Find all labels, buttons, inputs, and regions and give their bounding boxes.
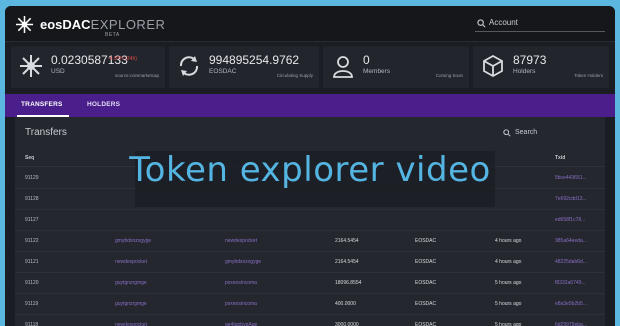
row-txid-link[interactable]: 985a64eeda... xyxy=(555,238,587,244)
table-row[interactable]: 91119 guytgnzrgmge pxxeosincoma 400.0000 EOS… xyxy=(15,294,605,315)
row-txid-link[interactable]: 48225dab6d... xyxy=(555,259,587,265)
brand-thin: EXPLORER xyxy=(90,17,166,32)
row-to-link[interactable]: gmybdsnzxgyge xyxy=(225,259,261,265)
search-icon xyxy=(503,129,511,137)
row-seq: 91119 xyxy=(25,301,39,307)
row-txid-link[interactable]: e8a3e5b2b5... xyxy=(555,301,587,307)
table-row[interactable]: 91122 gmybdsnzxgyge newdexpocket 2164.5454 E… xyxy=(15,231,605,252)
stat-card-holders: 87973 Holders Token Holders xyxy=(473,46,609,88)
transfers-panel: Transfers Search Seq Txid 91129 5bce44365… xyxy=(15,117,605,326)
supply-value: 994895254.9762 xyxy=(209,53,300,67)
stats-bar: 0.0230587133 -4.97% (24h) USD source:coi… xyxy=(5,46,615,92)
row-txid-link[interactable]: ed658f1c78... xyxy=(555,217,585,223)
brand-title[interactable]: eosDACEXPLORER xyxy=(40,17,165,32)
row-from-link[interactable]: gmybdsnzxgyge xyxy=(115,238,151,244)
eosdac-logo-icon[interactable] xyxy=(15,15,34,34)
table-row[interactable]: 91127 ed658f1c78... xyxy=(15,210,605,231)
row-seq: 91118 xyxy=(25,322,39,326)
row-seq: 91120 xyxy=(25,280,39,286)
beta-label: BETA xyxy=(105,32,120,38)
panel-title: Transfers xyxy=(25,127,67,138)
search-placeholder: Search xyxy=(515,129,538,136)
row-time: 5 hours ago xyxy=(495,301,522,307)
user-icon xyxy=(333,56,353,78)
table-row[interactable]: 91118 newdexpocket ge4tgnbygAge 3000.0000 EO… xyxy=(15,315,605,326)
row-time: 4 hours ago xyxy=(495,259,522,265)
table-row[interactable]: 91120 guytgnzrgmge pxxeosincoma 18096.8554 E… xyxy=(15,273,605,294)
row-symbol: EOSDAC xyxy=(415,238,437,244)
row-to-link[interactable]: ge4tgnbygAge xyxy=(225,322,257,326)
search-icon xyxy=(477,19,486,28)
refresh-circle-icon xyxy=(179,56,199,76)
row-txid-link[interactable]: f8332a6749... xyxy=(555,280,586,286)
supply-unit: EOSDAC xyxy=(209,68,237,75)
brand-bold: eosDAC xyxy=(40,17,91,32)
row-quantity: 2164.5454 xyxy=(335,259,359,265)
eosdac-logo-icon xyxy=(20,55,42,77)
row-seq: 91121 xyxy=(25,259,39,265)
row-symbol: EOSDAC xyxy=(415,322,437,326)
price-unit: USD xyxy=(51,68,65,75)
row-txid-link[interactable]: 6d29979eba... xyxy=(555,322,587,326)
row-from-link[interactable]: newdexpocket xyxy=(115,322,147,326)
supply-note: Circulating Supply xyxy=(276,73,313,78)
holders-value: 87973 xyxy=(513,53,547,67)
row-time: 4 hours ago xyxy=(495,238,522,244)
row-symbol: EOSDAC xyxy=(415,280,437,286)
row-to-link[interactable]: pxxeosincoma xyxy=(225,301,257,307)
row-to-link[interactable]: newdexpocket xyxy=(225,238,257,244)
row-txid-link[interactable]: 7e692cdd13... xyxy=(555,196,587,202)
price-source: source:coinmarketcap xyxy=(114,73,159,78)
row-quantity: 2164.5454 xyxy=(335,238,359,244)
members-note: Coming Soon xyxy=(435,73,463,78)
row-quantity: 18096.8554 xyxy=(335,280,362,286)
video-title-overlay: Token explorer video xyxy=(129,150,491,190)
price-change: -4.97% (24h) xyxy=(108,56,137,62)
holders-note: Token Holders xyxy=(574,73,603,78)
row-time: 5 hours ago xyxy=(495,322,522,326)
stat-card-price: 0.0230587133 -4.97% (24h) USD source:coi… xyxy=(11,46,165,88)
tab-transfers[interactable]: TRANSFERS xyxy=(21,101,63,108)
stat-card-members: 0 Members Coming Soon xyxy=(323,46,469,88)
row-from-link[interactable]: guytgnzrgmge xyxy=(115,301,147,307)
members-label: Members xyxy=(363,68,391,75)
account-search-input[interactable]: Account xyxy=(475,16,605,32)
holders-label: Holders xyxy=(513,68,536,75)
stat-card-supply: 994895254.9762 EOSDAC Circulating Supply xyxy=(169,46,319,88)
transfers-search-input[interactable]: Search xyxy=(503,129,538,137)
members-value: 0 xyxy=(363,53,370,67)
tab-holders[interactable]: HOLDERS xyxy=(87,101,120,108)
top-bar: eosDACEXPLORER BETA Account xyxy=(5,6,615,42)
row-symbol: EOSDAC xyxy=(415,259,437,265)
row-seq: 91128 xyxy=(25,196,39,202)
row-symbol: EOSDAC xyxy=(415,301,437,307)
row-seq: 91127 xyxy=(25,217,39,223)
row-quantity: 3000.0000 xyxy=(335,322,359,326)
row-from-link[interactable]: newdexpocket xyxy=(115,259,147,265)
row-time: 5 hours ago xyxy=(495,280,522,286)
account-placeholder: Account xyxy=(489,18,518,27)
row-from-link[interactable]: guytgnzrgmge xyxy=(115,280,147,286)
tab-bar: TRANSFERS HOLDERS xyxy=(5,94,615,117)
table-row[interactable]: 91121 newdexpocket gmybdsnzxgyge 2164.5454 E… xyxy=(15,252,605,273)
cube-icon xyxy=(483,54,503,78)
row-seq: 91122 xyxy=(25,238,39,244)
row-quantity: 400.0000 xyxy=(335,301,356,307)
row-to-link[interactable]: pxxeosincoma xyxy=(225,280,257,286)
